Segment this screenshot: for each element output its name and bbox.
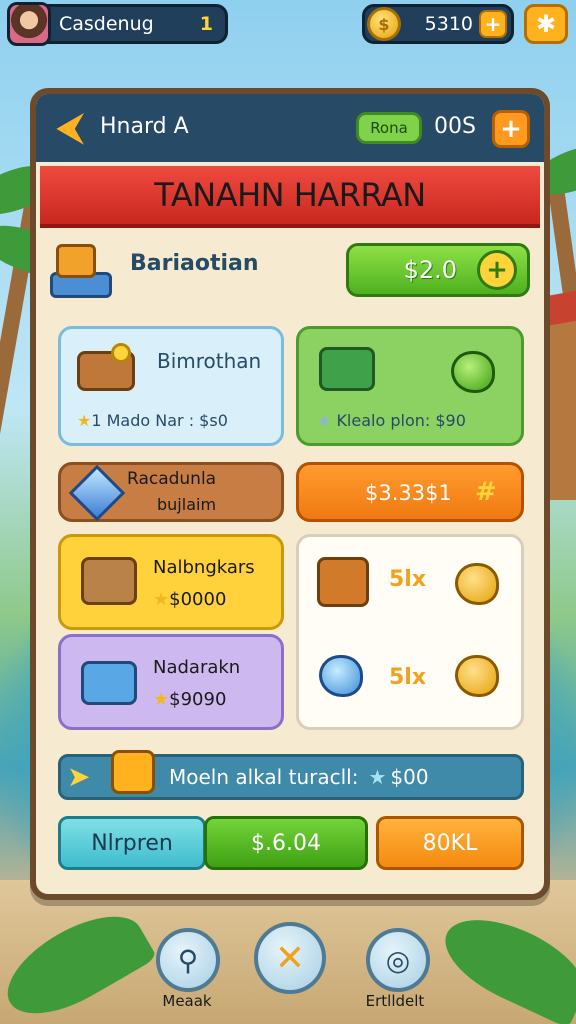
featured-price: $2.0: [403, 256, 457, 284]
settings-button[interactable]: ✱: [524, 4, 568, 44]
featured-offer-label: Bariaotian: [130, 250, 259, 276]
bottom-right-button[interactable]: 80KL: [376, 816, 524, 870]
player-name: Casdenug: [59, 13, 154, 35]
shop-item-card-2[interactable]: ★ Klealo plon: $90: [296, 326, 524, 446]
info-text: Moeln alkal turacll:: [169, 765, 359, 789]
item-5-meta: ★$0000: [153, 589, 227, 610]
pin-icon: ⚲: [177, 943, 199, 977]
green-crate-icon: [319, 347, 375, 391]
star-icon: ★: [317, 411, 332, 430]
star-icon: ★: [153, 589, 170, 610]
info-value: $00: [390, 765, 429, 789]
blue-fish-icon: [319, 655, 363, 697]
back-arrow-icon[interactable]: ⮜: [50, 108, 90, 148]
gold-nugget-icon[interactable]: [455, 563, 499, 605]
sparkle-icon: [111, 343, 131, 363]
hash-icon: #: [475, 477, 497, 507]
shop-banner: TANAHN HARRAN: [40, 166, 540, 228]
player-level: 1: [199, 13, 213, 35]
wooden-crate-icon: [81, 557, 137, 605]
trade-2-amount: 5lx: [389, 665, 427, 690]
panel-header: ⮜ Hnard A Rona 00S +: [36, 94, 544, 162]
trade-offers-card: 5lx 5lx: [296, 534, 524, 730]
star-icon: ★: [153, 689, 170, 710]
bottom-left-button[interactable]: Nlrpren: [58, 816, 206, 870]
gem-basket-icon: [81, 661, 137, 705]
shop-panel: ⮜ Hnard A Rona 00S + TANAHN HARRAN Baria…: [30, 88, 550, 900]
coin-counter: $ 5310 +: [362, 4, 514, 44]
gift-box-icon: [317, 557, 369, 607]
tag-icon: ➤: [67, 760, 91, 793]
item-1-title: Bimrothan: [157, 349, 262, 373]
header-plus-button[interactable]: +: [492, 110, 530, 148]
item-2-meta: ★ Klealo plon: $90: [317, 411, 466, 430]
item-6-title: Nadarakn: [153, 657, 241, 678]
item-1-meta: ★1 Mado Nar : $s0: [77, 411, 228, 430]
item-6-meta: ★$9090: [153, 689, 227, 710]
bottom-middle-button[interactable]: $.6.04: [204, 816, 368, 870]
map-pin-button[interactable]: ⚲: [156, 928, 220, 992]
player-profile-bar[interactable]: Casdenug 1: [7, 2, 228, 46]
item-3-subtitle: bujlaim: [157, 495, 217, 514]
plus-icon: +: [477, 250, 517, 290]
item-3-title: Racadunla: [127, 469, 217, 489]
trade-1-amount: 5lx: [389, 567, 427, 592]
shop-item-card-6[interactable]: Nadarakn ★$9090: [58, 634, 284, 730]
shop-item-card-3[interactable]: Racadunla bujlaim: [58, 462, 284, 522]
featured-buy-button[interactable]: $2.0 +: [346, 243, 530, 297]
price-button-orange[interactable]: $3.33$1 #: [296, 462, 524, 522]
star-icon: ★: [368, 765, 387, 789]
dock-left-label: Meaak: [162, 992, 212, 1010]
panel-title: Hnard A: [100, 114, 189, 139]
crate-stack-icon: [50, 238, 120, 302]
gem-icon: [68, 464, 126, 522]
fishing-button[interactable]: ◎: [366, 928, 430, 992]
add-coins-button[interactable]: +: [479, 10, 507, 38]
header-count: 00S: [434, 114, 476, 139]
player-avatar[interactable]: [7, 2, 51, 46]
close-button[interactable]: ✕: [254, 922, 326, 994]
item-5-title: Nalbngkars: [153, 557, 255, 578]
star-icon: ★: [77, 411, 92, 430]
dock-right-label: Ertlldelt: [365, 992, 425, 1010]
shop-item-card-1[interactable]: Bimrothan ★1 Mado Nar : $s0: [58, 326, 284, 446]
target-icon: ◎: [385, 943, 411, 977]
gold-nugget-icon[interactable]: [455, 655, 499, 697]
coin-amount: 5310: [424, 13, 473, 35]
item-4-price: $3.33$1: [365, 481, 452, 505]
green-blob-icon: [451, 351, 495, 393]
featured-offer-row: Bariaotian $2.0 +: [50, 234, 530, 306]
header-badge-button[interactable]: Rona: [356, 112, 422, 144]
coin-icon: $: [367, 7, 401, 41]
golden-square-icon: [111, 750, 155, 794]
shop-item-card-5[interactable]: Nalbngkars ★$0000: [58, 534, 284, 630]
info-bar: ➤ Moeln alkal turacll: ★ $00: [58, 750, 524, 800]
